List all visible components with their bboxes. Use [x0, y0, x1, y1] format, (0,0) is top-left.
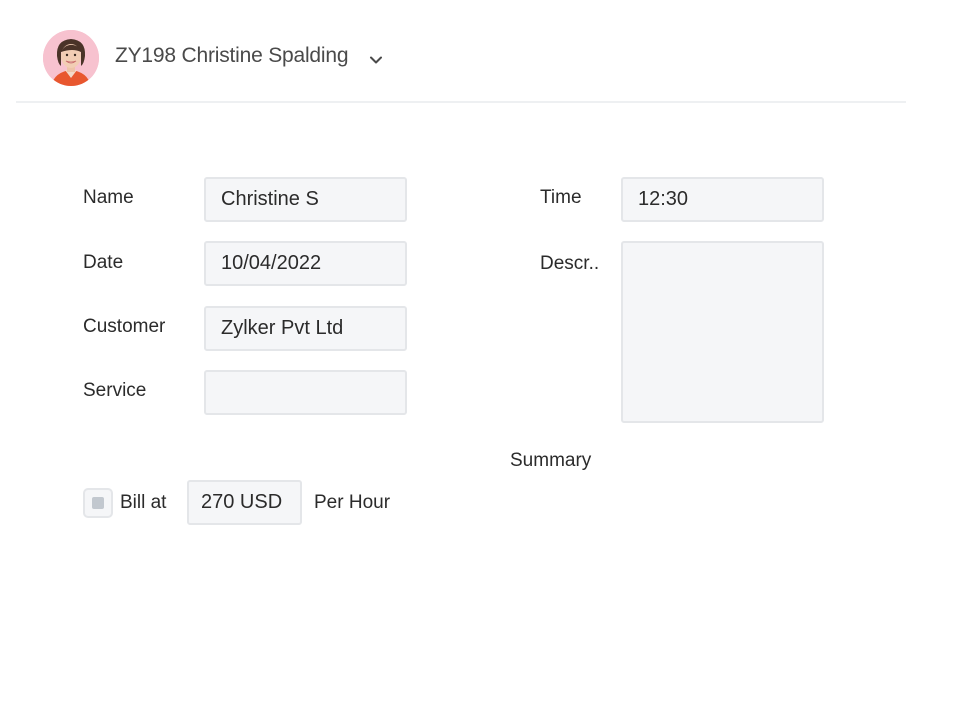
user-avatar[interactable] [43, 30, 99, 86]
customer-input[interactable] [204, 306, 407, 351]
time-input[interactable] [621, 177, 824, 222]
bill-rate-input[interactable] [187, 480, 302, 525]
bill-checkbox[interactable] [83, 488, 113, 518]
date-label: Date [83, 252, 124, 273]
name-label: Name [83, 187, 134, 208]
time-label: Time [540, 187, 582, 208]
service-label: Service [83, 380, 147, 401]
name-input[interactable] [204, 177, 407, 222]
service-input[interactable] [204, 370, 407, 415]
checkbox-indicator [92, 497, 104, 509]
page-header: ZY198 Christine Spalding [16, 0, 906, 103]
date-input[interactable] [204, 241, 407, 286]
chevron-down-icon[interactable] [368, 52, 384, 68]
description-textarea[interactable] [621, 241, 824, 423]
bill-at-label: Bill at [120, 492, 167, 513]
customer-label: Customer [83, 316, 166, 337]
user-name[interactable]: ZY198 Christine Spalding [115, 44, 349, 68]
summary-label: Summary [510, 450, 592, 471]
per-hour-label: Per Hour [314, 492, 391, 513]
avatar-photo-icon [43, 30, 99, 86]
description-label: Descr.. [540, 253, 600, 274]
